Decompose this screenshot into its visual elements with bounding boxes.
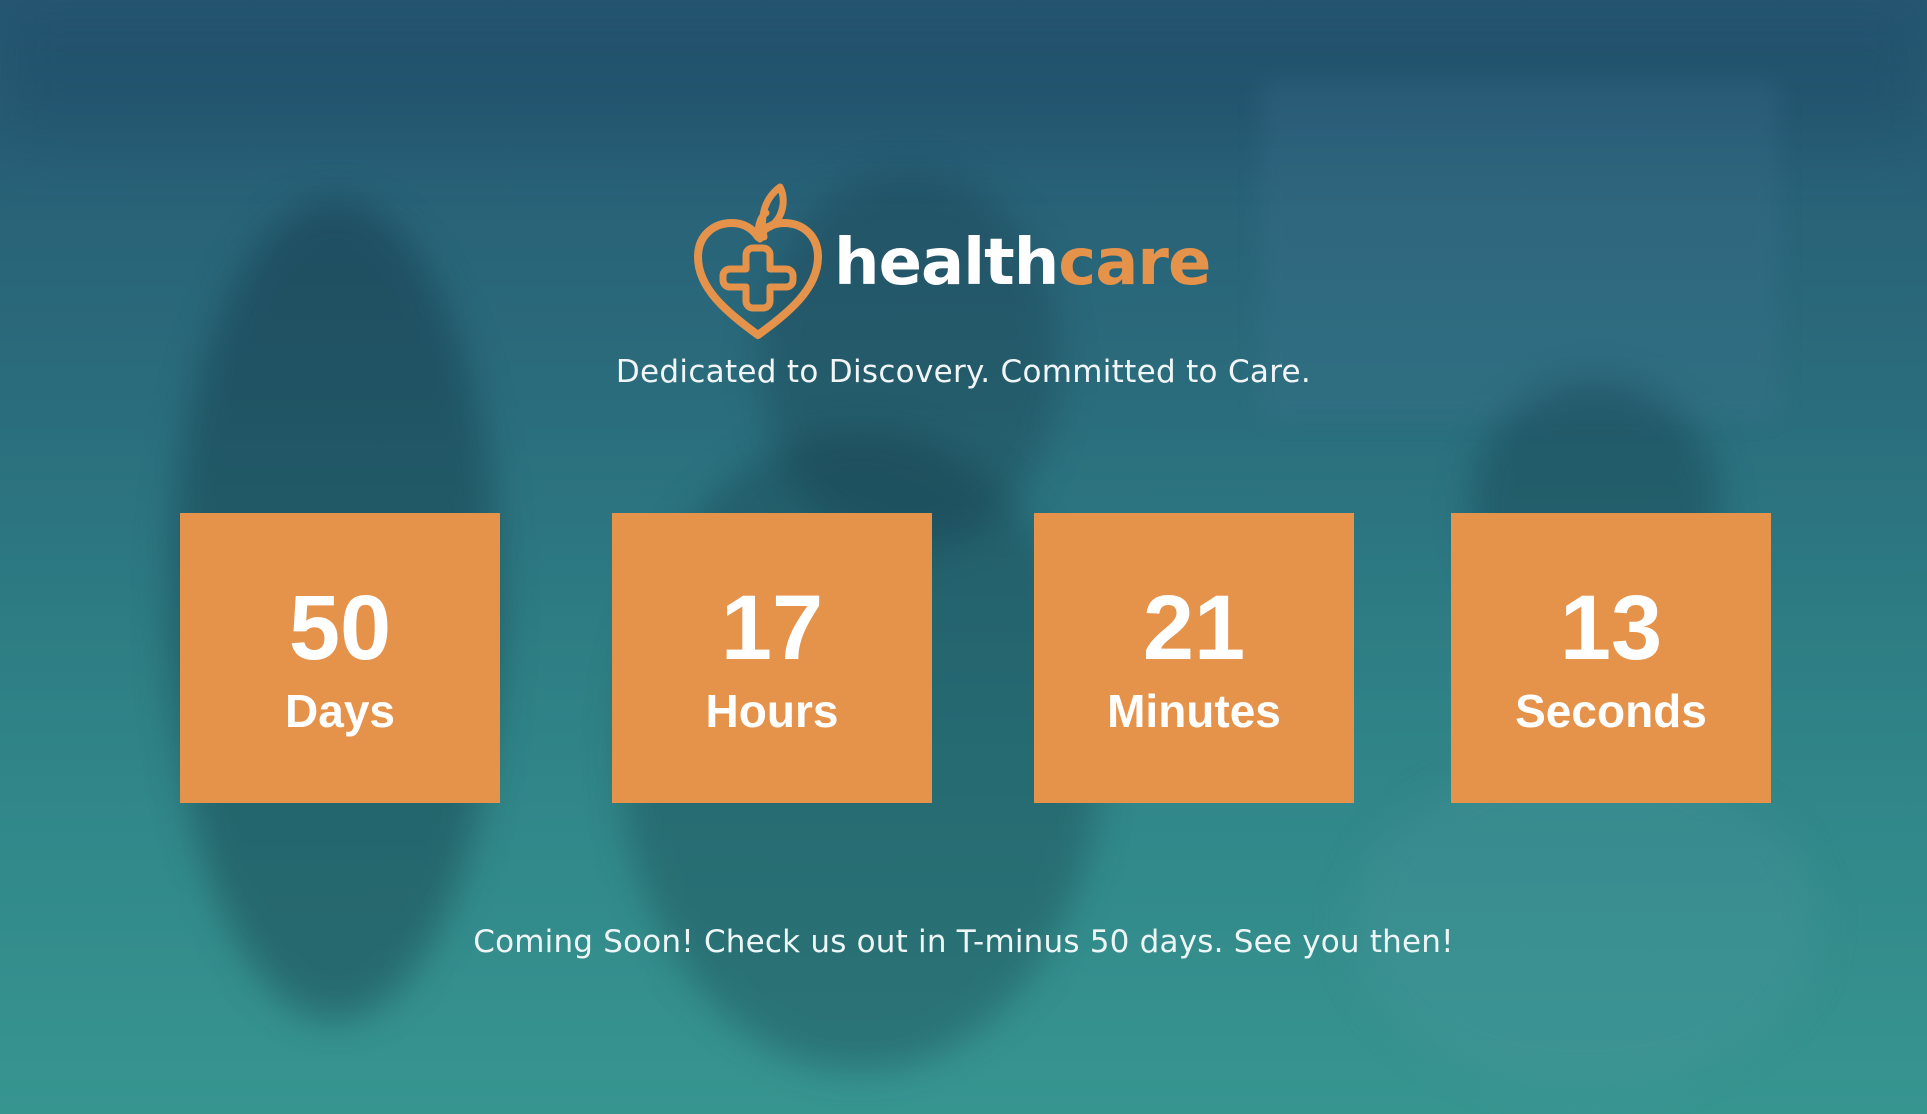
countdown-minutes-box: 21 Minutes [1034, 513, 1354, 803]
countdown-seconds-box: 13 Seconds [1451, 513, 1771, 803]
countdown-hours-value: 17 [720, 577, 824, 679]
brand-wordmark: healthcare [834, 231, 1211, 295]
countdown-seconds-label: Seconds [1515, 685, 1707, 737]
countdown-seconds-value: 13 [1559, 577, 1663, 679]
countdown-days-box: 50 Days [180, 513, 500, 803]
heart-cross-apple-icon [694, 183, 822, 339]
countdown-minutes-value: 21 [1142, 577, 1246, 679]
brand-name-care: care [1058, 225, 1211, 300]
tagline: Dedicated to Discovery. Committed to Car… [615, 354, 1312, 390]
countdown-days-label: Days [285, 685, 395, 737]
countdown-minutes-label: Minutes [1107, 685, 1281, 737]
coming-soon-message: Coming Soon! Check us out in T-minus 50 … [473, 924, 1454, 960]
countdown-days-value: 50 [288, 577, 392, 679]
countdown-hours-box: 17 Hours [612, 513, 932, 803]
countdown-hours-label: Hours [705, 685, 839, 737]
brand-logo: healthcare [690, 177, 1211, 342]
brand-name-health: health [834, 225, 1059, 300]
